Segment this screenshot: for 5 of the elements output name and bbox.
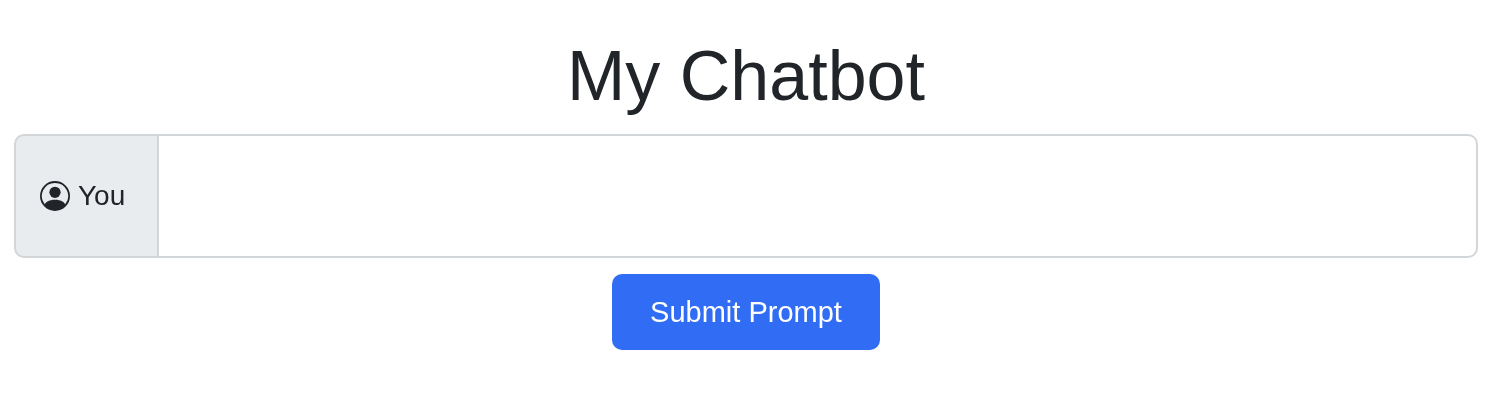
input-label-text: You xyxy=(78,180,126,212)
submit-button[interactable]: Submit Prompt xyxy=(612,274,880,350)
user-icon xyxy=(40,181,70,211)
prompt-field[interactable] xyxy=(159,134,1478,258)
page-title: My Chatbot xyxy=(566,36,926,117)
